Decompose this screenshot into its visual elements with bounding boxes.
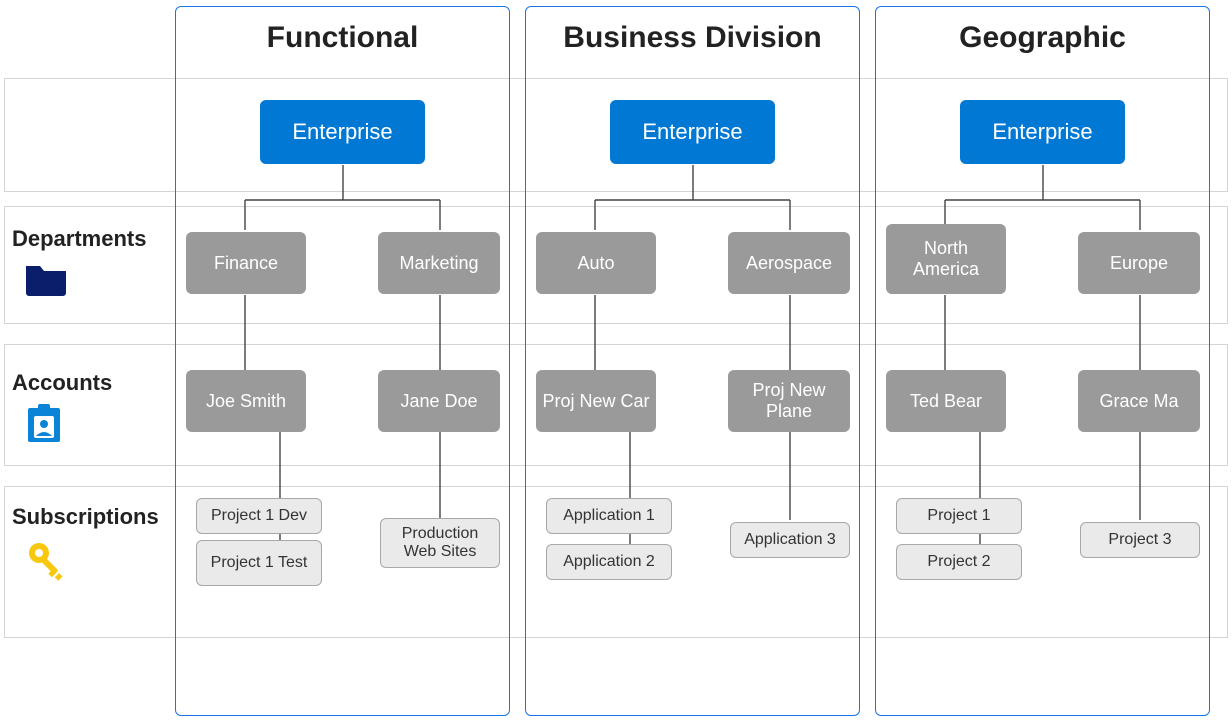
account-node: Proj New Car (536, 370, 656, 432)
column-title-business-division: Business Division (526, 21, 859, 55)
subscription-node: Project 3 (1080, 522, 1200, 558)
subscription-node: Project 1 (896, 498, 1022, 534)
row-label-departments: Departments (12, 226, 162, 252)
account-node: Proj New Plane (728, 370, 850, 432)
column-title-geographic: Geographic (876, 21, 1209, 55)
row-label-accounts: Accounts (12, 370, 162, 396)
subscription-node: Project 1 Dev (196, 498, 322, 534)
folder-icon (24, 260, 68, 301)
enterprise-node: Enterprise (610, 100, 775, 164)
enterprise-node: Enterprise (960, 100, 1125, 164)
account-node: Jane Doe (378, 370, 500, 432)
subscription-node: Application 1 (546, 498, 672, 534)
key-icon (24, 538, 68, 587)
subscription-node: Project 1 Test (196, 540, 322, 586)
account-node: Ted Bear (886, 370, 1006, 432)
diagram-stage: Departments Accounts Subscriptions Funct… (0, 0, 1232, 728)
badge-icon (24, 402, 64, 451)
dept-node: Marketing (378, 232, 500, 294)
subscription-node: Application 2 (546, 544, 672, 580)
column-title-functional: Functional (176, 21, 509, 55)
dept-node: Auto (536, 232, 656, 294)
dept-node: Finance (186, 232, 306, 294)
dept-node: Aerospace (728, 232, 850, 294)
subscription-node: Project 2 (896, 544, 1022, 580)
account-node: Grace Ma (1078, 370, 1200, 432)
account-node: Joe Smith (186, 370, 306, 432)
row-label-subscriptions: Subscriptions (12, 504, 162, 530)
dept-node: Europe (1078, 232, 1200, 294)
enterprise-node: Enterprise (260, 100, 425, 164)
dept-node: North America (886, 224, 1006, 294)
subscription-node: Application 3 (730, 522, 850, 558)
subscription-node: Production Web Sites (380, 518, 500, 568)
